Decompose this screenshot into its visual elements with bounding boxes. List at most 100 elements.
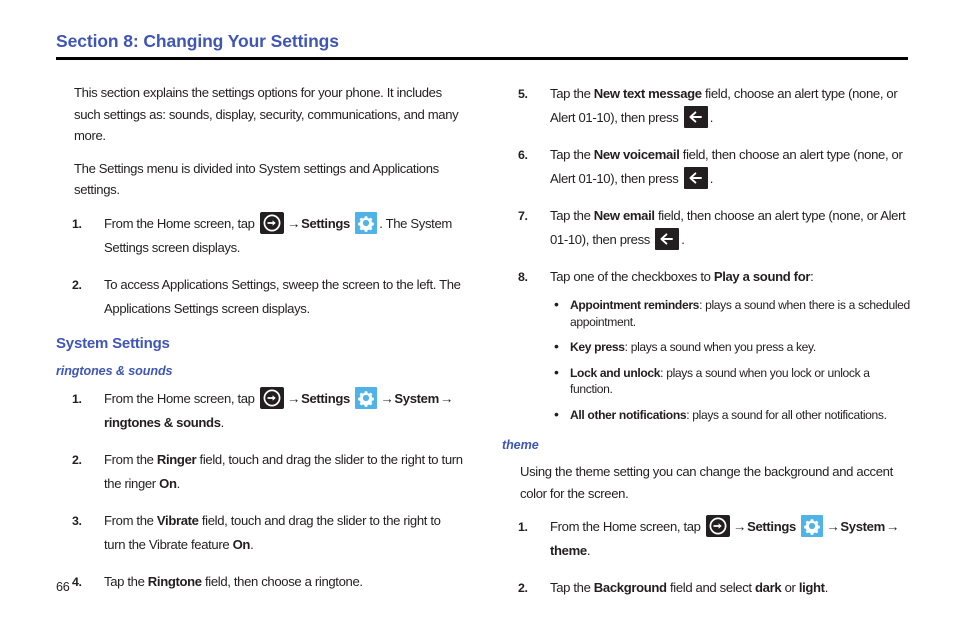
list-item: 2. To access Applications Settings, swee… — [56, 273, 464, 321]
theme-paragraph: Using the theme setting you can change t… — [520, 464, 893, 501]
step-bold-new-email: New email — [593, 208, 655, 223]
bullet-text: : plays a sound when you press a key. — [624, 340, 817, 354]
page-title: Section 8: Changing Your Settings — [56, 31, 339, 51]
step-number: 1. — [518, 520, 528, 534]
step-text-pre: Tap the — [550, 86, 594, 101]
step-text-pre: Tap the — [104, 573, 148, 589]
step-bold-background: Background — [593, 580, 667, 595]
back-arrow-icon[interactable] — [683, 167, 708, 189]
intro-paragraph-2: The Settings menu is divided into System… — [74, 160, 439, 198]
step-number: 8. — [518, 270, 528, 284]
step-bold-vibrate: Vibrate — [156, 512, 199, 528]
step-text-post: . — [709, 110, 714, 125]
bullet-dot-icon: • — [554, 405, 559, 422]
step-text-pre: From the Home screen, tap — [550, 519, 704, 534]
step-bold-settings: Settings — [301, 215, 350, 231]
section-header: Section 8: Changing Your Settings — [56, 30, 910, 60]
step-bold-system: System — [840, 519, 885, 534]
inline-arrow-icon: → — [732, 519, 747, 534]
back-arrow-icon[interactable] — [655, 228, 680, 250]
step-text-pre: Tap the — [550, 147, 594, 162]
step-bold-light: light — [798, 580, 825, 595]
back-arrow-icon[interactable] — [683, 106, 708, 128]
list-item: • Lock and unlock: plays a sound when yo… — [550, 363, 910, 398]
sound-options-list: • Appointment reminders : plays a sound w… — [550, 296, 910, 424]
step-text-post: : — [810, 269, 814, 284]
step-bold-new-voicemail: New voicemail — [593, 147, 680, 162]
list-item: 1. From the Home screen, tap → Settings … — [502, 515, 910, 563]
step-bold-system: System — [394, 390, 439, 406]
bullet-bold-all-other-notifications: All other notifications — [570, 407, 687, 422]
step-text-pre: Tap one of the checkboxes to — [550, 269, 714, 284]
bullet-bold-lock-and-unlock: Lock and unlock — [570, 365, 661, 380]
subheading-theme: theme — [502, 438, 539, 452]
subheading-ringtones-and-sounds: ringtones & sounds — [56, 363, 173, 378]
bullet-text: : plays a sound for all other notificati… — [686, 407, 887, 422]
list-item: 3. From the Vibrate field, touch and dra… — [56, 509, 464, 557]
step-number: 6. — [518, 148, 528, 162]
step-bold-settings: Settings — [747, 519, 796, 534]
step-bold-theme: theme — [550, 543, 587, 558]
step-number: 1. — [72, 391, 82, 406]
inline-arrow-icon: → — [380, 390, 394, 406]
inline-arrow-icon: → — [286, 390, 301, 406]
bullet-bold-key-press: Key press — [570, 340, 625, 354]
step-number: 4. — [72, 574, 82, 589]
settings-gear-icon[interactable] — [355, 211, 378, 234]
apps-arrow-icon[interactable] — [259, 211, 284, 234]
step-text-pre: From the Home screen, tap — [104, 215, 258, 231]
list-item: • All other notifications: plays a sound… — [550, 405, 910, 424]
bullet-dot-icon: • — [554, 296, 559, 312]
list-item: 7. Tap the New email field, then choose … — [502, 204, 910, 252]
list-item: • Key press: plays a sound when you pres… — [550, 338, 910, 356]
step-number: 2. — [72, 277, 82, 292]
header-divider — [56, 57, 908, 60]
settings-gear-icon[interactable] — [801, 515, 824, 537]
step-text-post: . — [824, 580, 829, 595]
inline-arrow-icon: → — [439, 390, 454, 406]
step-text: To access Applications Settings, sweep t… — [104, 276, 461, 316]
list-item: 4. Tap the Ringtone field, then choose a… — [56, 570, 464, 594]
list-item: 8. Tap one of the checkboxes to Play a s… — [502, 265, 910, 423]
step-number: 2. — [72, 452, 82, 467]
ringtone-steps-list: 1. From the Home screen, tap → Settings … — [56, 386, 464, 594]
step-bold-new-text-message: New text message — [593, 86, 702, 101]
step-text-post: . — [176, 475, 181, 491]
bullet-bold-appointment-reminders: Appointment reminders — [570, 298, 700, 312]
step-text-post: . — [250, 536, 254, 552]
bullet-dot-icon: • — [554, 363, 559, 380]
step-text-mid: field, then choose a ringtone. — [201, 573, 363, 589]
document-page: Section 8: Changing Your Settings This s… — [0, 0, 954, 636]
step-bold-ringer: Ringer — [156, 451, 197, 467]
settings-gear-icon[interactable] — [355, 386, 378, 409]
list-item: 1. From the Home screen, tap → Settings … — [56, 211, 464, 260]
bullet-dot-icon: • — [554, 338, 559, 354]
list-item: 1. From the Home screen, tap → Settings … — [56, 386, 464, 435]
apps-arrow-icon[interactable] — [705, 515, 730, 537]
apps-arrow-icon[interactable] — [259, 386, 284, 409]
page-number: 66 — [56, 580, 70, 594]
step-number: 7. — [518, 209, 528, 223]
step-bold-on: On — [232, 536, 251, 552]
step-bold-dark: dark — [755, 580, 782, 595]
step-bold-play-a-sound-for: Play a sound for — [713, 269, 811, 284]
section-heading-system-settings: System Settings — [56, 334, 170, 352]
alert-steps-list: 5. Tap the New text message field, choos… — [502, 82, 910, 423]
inline-arrow-icon: → — [826, 519, 840, 534]
left-column: This section explains the settings optio… — [56, 82, 464, 607]
step-text-post: . — [586, 543, 591, 558]
step-text-post: . — [709, 171, 714, 186]
step-number: 2. — [518, 581, 528, 595]
list-item: 5. Tap the New text message field, choos… — [502, 82, 910, 130]
step-text-pre: Tap the — [550, 580, 594, 595]
step-bold-ringtones: ringtones & sounds — [104, 414, 221, 430]
intro-steps-list: 1. From the Home screen, tap → Settings … — [56, 211, 464, 321]
step-number: 3. — [72, 513, 82, 528]
step-text-mid2: or — [781, 580, 799, 595]
step-text-post: . — [220, 414, 225, 430]
step-text-pre: Tap the — [550, 208, 594, 223]
list-item: 2. From the Ringer field, touch and drag… — [56, 448, 464, 496]
step-text-post: . — [681, 232, 685, 247]
inline-arrow-icon: → — [286, 215, 301, 231]
list-item: • Appointment reminders: plays a sound w… — [550, 296, 910, 330]
